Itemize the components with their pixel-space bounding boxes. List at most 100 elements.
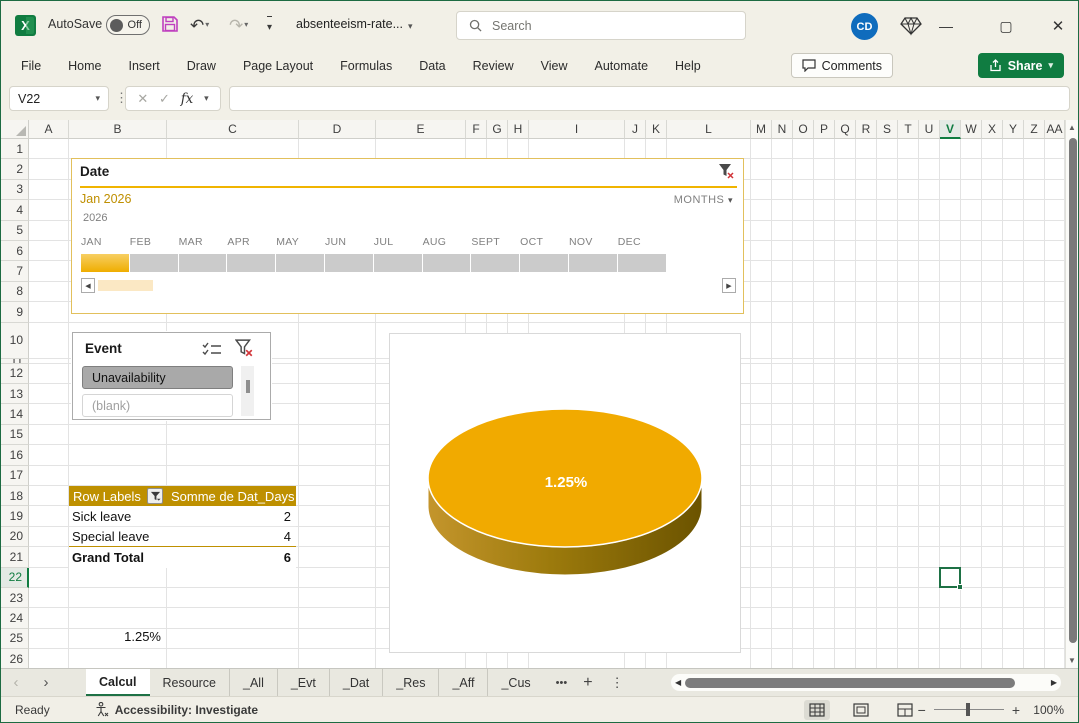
- new-sheet-button[interactable]: +: [583, 669, 592, 696]
- slicer-item-blank[interactable]: (blank): [82, 394, 233, 417]
- row-header-3[interactable]: 3: [1, 180, 29, 200]
- column-header-y[interactable]: Y: [1003, 120, 1024, 139]
- sheet-tab-evt[interactable]: _Evt: [277, 669, 329, 696]
- tab-page-layout[interactable]: Page Layout: [243, 59, 313, 73]
- normal-view-icon[interactable]: [804, 700, 830, 720]
- tab-data[interactable]: Data: [419, 59, 445, 73]
- undo-button[interactable]: ↶▾: [190, 14, 209, 37]
- column-header-e[interactable]: E: [376, 120, 466, 139]
- pie-chart[interactable]: 1.25%: [389, 333, 741, 653]
- pivot-grand-total-row[interactable]: Grand Total 6: [69, 547, 296, 567]
- search-box[interactable]: Search: [456, 11, 746, 40]
- column-header-v[interactable]: V: [940, 120, 961, 139]
- row-header-22[interactable]: 22: [1, 568, 29, 588]
- timeline-clear-filter-icon[interactable]: [718, 163, 735, 185]
- column-header-n[interactable]: N: [772, 120, 793, 139]
- column-header-g[interactable]: G: [487, 120, 508, 139]
- row-header-10[interactable]: 10: [1, 323, 29, 359]
- timeline-month-bar-feb[interactable]: [130, 254, 178, 272]
- timeline-scroll-left-icon[interactable]: ◀: [81, 278, 95, 293]
- row-header-16[interactable]: 16: [1, 445, 29, 465]
- slicer-clear-filter-icon[interactable]: [235, 339, 254, 363]
- multi-select-icon[interactable]: [202, 341, 222, 362]
- sheet-tab-resource[interactable]: Resource: [150, 669, 230, 696]
- horizontal-scroll-thumb[interactable]: [685, 678, 1015, 688]
- sheet-options-icon[interactable]: ⋮: [611, 669, 624, 696]
- column-header-m[interactable]: M: [751, 120, 772, 139]
- timeline-month-bar-sept[interactable]: [471, 254, 519, 272]
- timeline-month-bars[interactable]: [81, 254, 666, 272]
- timeline-month-bar-oct[interactable]: [520, 254, 568, 272]
- column-header-t[interactable]: T: [898, 120, 919, 139]
- selected-cell-v22[interactable]: [939, 567, 961, 588]
- column-header-h[interactable]: H: [508, 120, 529, 139]
- column-header-u[interactable]: U: [919, 120, 940, 139]
- column-header-z[interactable]: Z: [1024, 120, 1045, 139]
- row-header-6[interactable]: 6: [1, 241, 29, 261]
- pivot-header-values[interactable]: Somme de Dat_Days: [167, 489, 296, 504]
- column-header-aa[interactable]: AA: [1045, 120, 1065, 139]
- scroll-up-icon[interactable]: ▲: [1068, 123, 1076, 132]
- row-header-9[interactable]: 9: [1, 302, 29, 322]
- sheet-tab-aff[interactable]: _Aff: [438, 669, 487, 696]
- save-icon[interactable]: [161, 15, 179, 38]
- timeline-month-bar-may[interactable]: [276, 254, 324, 272]
- vertical-scrollbar[interactable]: ▲ ▼: [1065, 120, 1078, 668]
- timeline-slicer-date[interactable]: Date Jan 2026 MONTHS ▾ 2026 JANFEBMARAPR…: [71, 158, 744, 314]
- minimize-button[interactable]: —: [931, 15, 961, 37]
- row-header-21[interactable]: 21: [1, 547, 29, 567]
- formula-input[interactable]: [229, 86, 1070, 111]
- account-avatar[interactable]: CD: [851, 13, 878, 40]
- zoom-in-button[interactable]: +: [1012, 702, 1020, 718]
- row-header-1[interactable]: 1: [1, 139, 29, 159]
- close-button[interactable]: ✕: [1043, 15, 1073, 37]
- row-header-20[interactable]: 20: [1, 527, 29, 547]
- sheet-tab-cus[interactable]: _Cus: [487, 669, 543, 696]
- zoom-out-button[interactable]: −: [918, 702, 926, 718]
- column-header-c[interactable]: C: [167, 120, 299, 139]
- fill-handle[interactable]: [957, 584, 963, 590]
- row-header-8[interactable]: 8: [1, 282, 29, 302]
- zoom-slider-thumb[interactable]: [966, 703, 970, 716]
- row-header-26[interactable]: 26: [1, 649, 29, 668]
- pivot-table[interactable]: Row Labels Somme de Dat_Days Sick leave …: [69, 486, 296, 568]
- page-layout-view-icon[interactable]: [848, 700, 874, 720]
- cancel-entry-icon[interactable]: ✕: [137, 91, 148, 107]
- row-header-25[interactable]: 25: [1, 629, 29, 649]
- row-header-7[interactable]: 7: [1, 261, 29, 281]
- timeline-month-bar-aug[interactable]: [423, 254, 471, 272]
- column-header-s[interactable]: S: [877, 120, 898, 139]
- page-break-view-icon[interactable]: [892, 700, 918, 720]
- pivot-filter-button[interactable]: [147, 488, 163, 504]
- row-header-23[interactable]: 23: [1, 588, 29, 608]
- column-header-l[interactable]: L: [667, 120, 751, 139]
- scroll-left-icon[interactable]: ◀: [671, 678, 685, 687]
- tab-file[interactable]: File: [21, 59, 41, 73]
- scroll-right-icon[interactable]: ▶: [1047, 678, 1061, 687]
- timeline-period-dropdown[interactable]: MONTHS ▾: [674, 194, 733, 206]
- row-header-13[interactable]: 13: [1, 384, 29, 404]
- timeline-month-bar-dec[interactable]: [618, 254, 666, 272]
- customize-toolbar-icon[interactable]: ▾: [267, 16, 272, 39]
- sheet-nav-left-icon[interactable]: ‹: [1, 669, 31, 696]
- column-header-i[interactable]: I: [529, 120, 625, 139]
- tab-insert[interactable]: Insert: [129, 59, 160, 73]
- slicer-scroll-thumb[interactable]: [246, 380, 250, 393]
- tab-view[interactable]: View: [541, 59, 568, 73]
- sheet-tab-dat[interactable]: _Dat: [329, 669, 382, 696]
- column-header-p[interactable]: P: [814, 120, 835, 139]
- autosave-toggle[interactable]: Off: [106, 15, 150, 35]
- row-header-19[interactable]: 19: [1, 506, 29, 526]
- premium-diamond-icon[interactable]: [900, 16, 922, 41]
- column-header-j[interactable]: J: [625, 120, 646, 139]
- accessibility-status[interactable]: Accessibility: Investigate: [95, 702, 258, 717]
- timeline-scroll-thumb[interactable]: [98, 280, 153, 291]
- name-box[interactable]: V22 ▾: [9, 86, 109, 111]
- column-header-w[interactable]: W: [961, 120, 982, 139]
- select-all-corner[interactable]: [1, 120, 29, 139]
- redo-button[interactable]: ↷▾: [229, 14, 248, 37]
- share-button[interactable]: Share ▾: [978, 53, 1064, 78]
- row-header-2[interactable]: 2: [1, 159, 29, 179]
- horizontal-scrollbar[interactable]: ◀ ▶: [671, 674, 1061, 691]
- column-header-a[interactable]: A: [29, 120, 69, 139]
